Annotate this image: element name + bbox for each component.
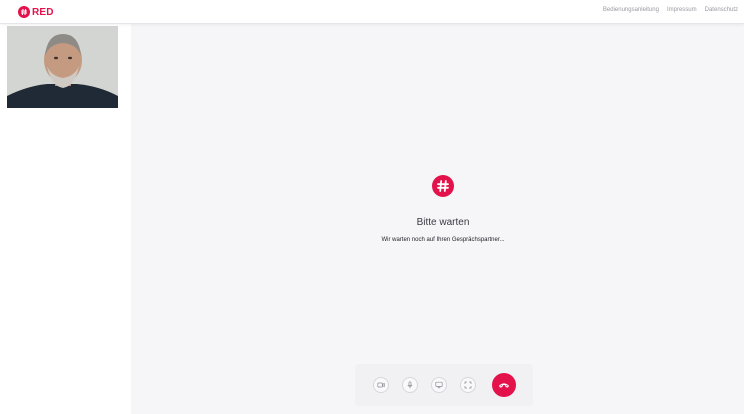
user-camera-feed <box>7 26 118 108</box>
microphone-icon <box>407 381 413 389</box>
nav-link-imprint[interactable]: Impressum <box>667 7 697 13</box>
nav-link-privacy[interactable]: Datenschutz <box>705 7 738 13</box>
monitor-icon <box>435 381 443 389</box>
video-camera-icon <box>377 382 385 388</box>
waiting-title: Bitte warten <box>416 217 470 228</box>
self-view-video <box>7 26 118 108</box>
brand-name: RED <box>32 6 54 18</box>
hash-brand-icon <box>432 175 454 197</box>
screen-share-button[interactable] <box>431 377 447 393</box>
top-nav: Bedienungsanleitung Impressum Datenschut… <box>603 7 738 13</box>
fullscreen-button[interactable] <box>460 377 476 393</box>
hash-logo-icon <box>18 6 30 18</box>
microphone-toggle-button[interactable] <box>402 377 418 393</box>
phone-hangup-icon <box>499 383 509 388</box>
camera-toggle-button[interactable] <box>373 377 389 393</box>
waiting-subtitle: Wir warten noch auf Ihren Gesprächspartn… <box>381 237 505 243</box>
hang-up-button[interactable] <box>492 373 516 397</box>
fullscreen-icon <box>464 381 472 389</box>
nav-link-manual[interactable]: Bedienungsanleitung <box>603 7 659 13</box>
top-bar: RED Bedienungsanleitung Impressum Datens… <box>0 0 744 24</box>
brand-logo[interactable]: RED <box>18 5 54 19</box>
